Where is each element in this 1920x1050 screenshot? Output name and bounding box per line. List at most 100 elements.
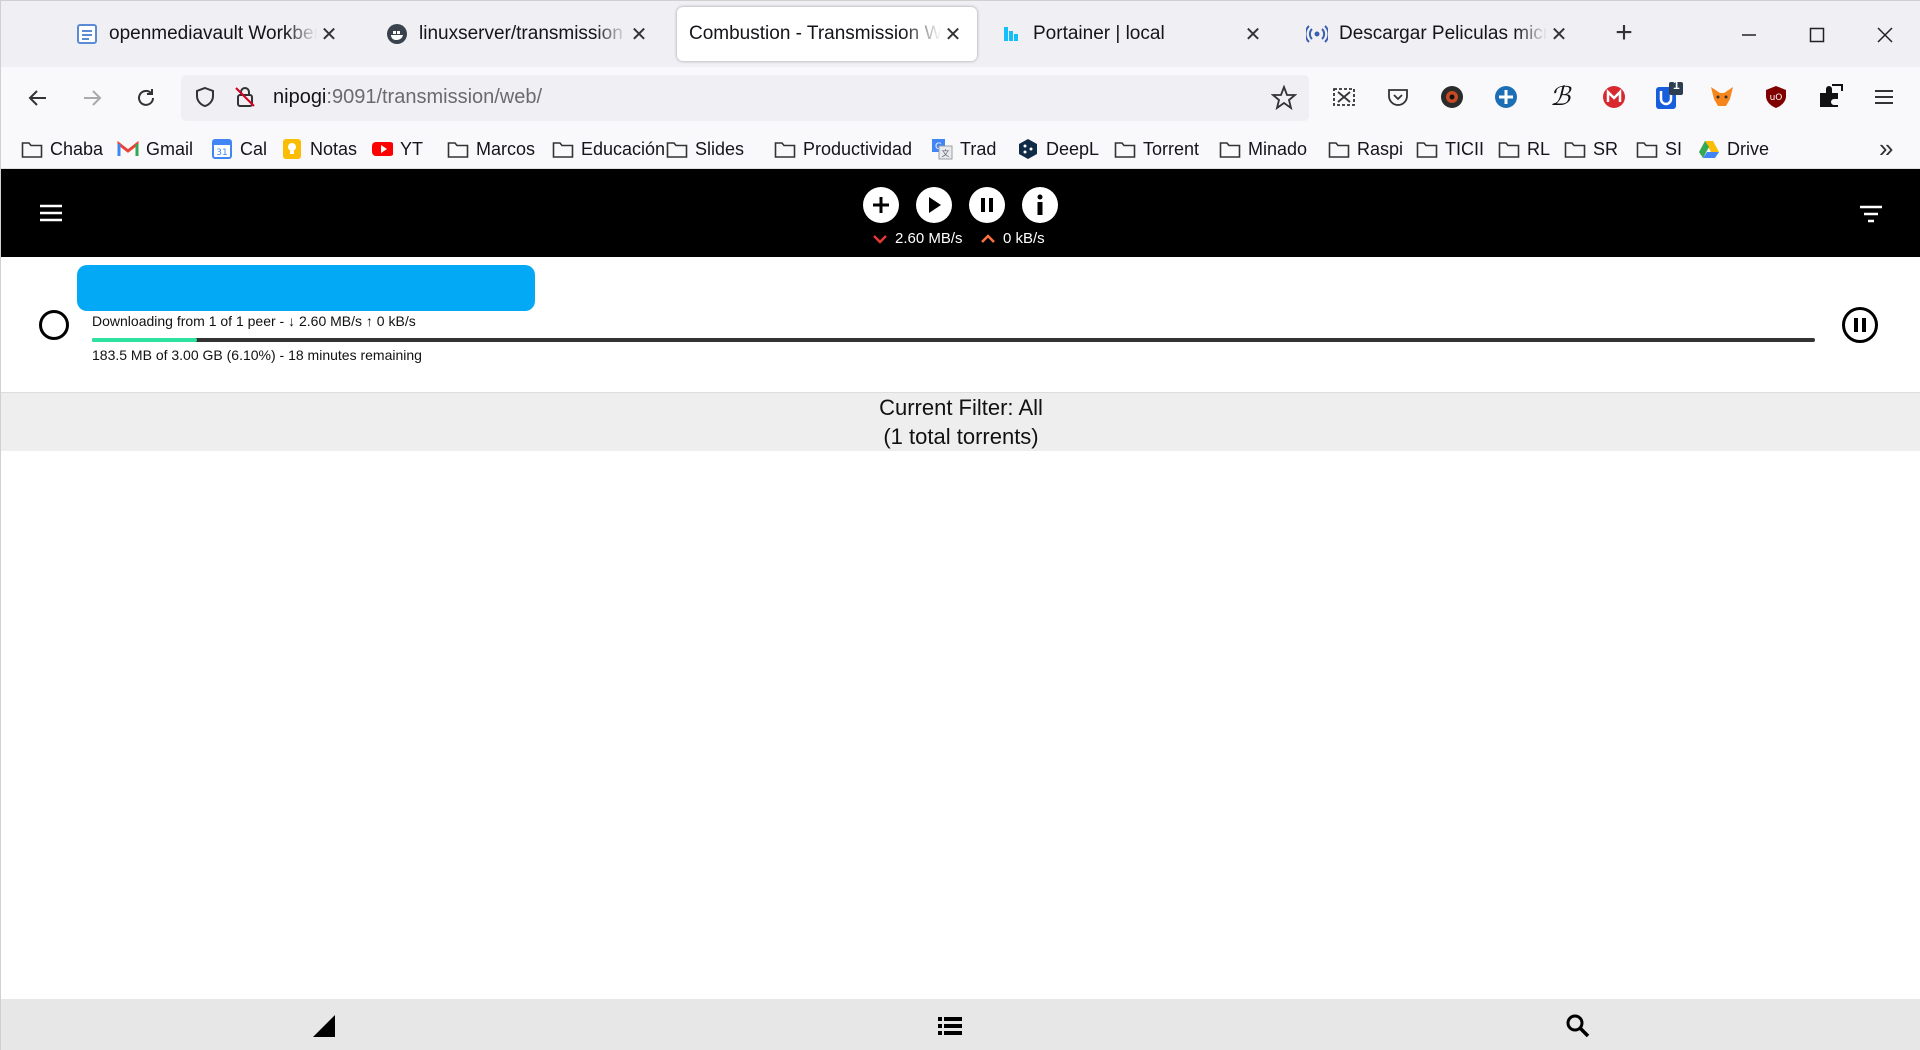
tab-combustion[interactable]: Combustion - Transmission Web ✕ bbox=[677, 7, 977, 61]
reload-icon[interactable] bbox=[129, 81, 163, 115]
svg-text:31: 31 bbox=[216, 148, 227, 158]
tab-portainer[interactable]: Portainer | local ✕ bbox=[987, 7, 1277, 61]
bitwarden-icon[interactable]: 1 bbox=[1651, 78, 1685, 114]
pause-torrent-button[interactable] bbox=[1842, 307, 1878, 343]
bookmark-productividad[interactable]: Productividad bbox=[774, 135, 912, 163]
download-speed-value: 2.60 MB/s bbox=[895, 230, 963, 247]
extension-plus-icon[interactable] bbox=[1489, 80, 1523, 114]
insecure-lock-icon[interactable] bbox=[233, 85, 257, 114]
url-text[interactable]: nipogi:9091/transmission/web/ bbox=[273, 86, 542, 109]
up-arrow-icon bbox=[981, 233, 995, 243]
extension-b-icon[interactable]: ℬ bbox=[1543, 80, 1577, 114]
bookmark-si[interactable]: SI bbox=[1636, 135, 1682, 163]
bookmark-label: Minado bbox=[1248, 138, 1308, 159]
bookmark-label: SI bbox=[1665, 138, 1683, 159]
folder-icon bbox=[1219, 138, 1241, 160]
portainer-icon bbox=[999, 22, 1023, 46]
pocket-icon[interactable] bbox=[1381, 80, 1415, 114]
close-icon[interactable]: ✕ bbox=[1241, 22, 1265, 46]
app-header: 2.60 MB/s 0 kB/s bbox=[1, 169, 1920, 257]
menu-icon[interactable] bbox=[1867, 80, 1901, 114]
ublock-icon[interactable]: uO bbox=[1759, 80, 1793, 114]
bookmark-sr[interactable]: SR bbox=[1564, 135, 1618, 163]
bookmark-drive[interactable]: Drive bbox=[1698, 135, 1769, 163]
tab-strip: openmediavault Workbench ✕ linuxserver/t… bbox=[1, 1, 1920, 67]
bookmark-label: Cal bbox=[240, 138, 268, 159]
sort-icon[interactable] bbox=[1859, 205, 1883, 228]
gmail-icon bbox=[117, 138, 139, 160]
minimize-icon[interactable] bbox=[1729, 15, 1769, 55]
shield-icon[interactable] bbox=[193, 85, 217, 114]
maximize-icon[interactable] bbox=[1797, 15, 1837, 55]
bookmark-ticii[interactable]: TICII bbox=[1416, 135, 1484, 163]
bookmark-rl[interactable]: RL bbox=[1498, 135, 1550, 163]
pause-all-button[interactable] bbox=[969, 187, 1005, 223]
folder-icon bbox=[552, 138, 574, 160]
tab-linuxserver[interactable]: linuxserver/transmission - D ✕ bbox=[373, 7, 663, 61]
forward-icon[interactable] bbox=[75, 81, 109, 115]
bookmark-label: Drive bbox=[1727, 138, 1770, 159]
bookmark-minado[interactable]: Minado bbox=[1219, 135, 1307, 163]
close-icon[interactable]: ✕ bbox=[1547, 22, 1571, 46]
back-icon[interactable] bbox=[21, 81, 55, 115]
bookmark-gmail[interactable]: Gmail bbox=[117, 135, 193, 163]
close-icon[interactable]: ✕ bbox=[627, 22, 651, 46]
torrent-row[interactable]: Downloading from 1 of 1 peer - ↓ 2.60 MB… bbox=[1, 257, 1920, 393]
close-icon[interactable]: ✕ bbox=[941, 22, 965, 46]
list-view-icon[interactable] bbox=[935, 1011, 965, 1041]
translate-icon: G文 bbox=[931, 138, 953, 160]
bookmark-torrent[interactable]: Torrent bbox=[1114, 135, 1199, 163]
metamask-icon[interactable] bbox=[1705, 80, 1739, 114]
bookmark-deepl[interactable]: DeepL bbox=[1017, 135, 1099, 163]
bookmark-chaba[interactable]: Chaba bbox=[21, 135, 103, 163]
docker-icon bbox=[385, 22, 409, 46]
new-tab-button[interactable]: + bbox=[1609, 18, 1639, 49]
bookmark-trad[interactable]: G文 Trad bbox=[931, 135, 996, 163]
bookmark-label: DeepL bbox=[1046, 138, 1100, 159]
bookmark-slides[interactable]: Slides bbox=[666, 135, 744, 163]
bookmark-raspi[interactable]: Raspi bbox=[1328, 135, 1403, 163]
broadcast-icon bbox=[1305, 22, 1329, 46]
bookmark-label: TICII bbox=[1445, 138, 1484, 159]
peer-status: Downloading from 1 of 1 peer - ↓ 2.60 MB… bbox=[92, 313, 416, 329]
bookmark-star-icon[interactable] bbox=[1270, 84, 1298, 116]
close-icon[interactable]: ✕ bbox=[317, 22, 341, 46]
bookmarks-overflow-icon[interactable]: » bbox=[1879, 133, 1903, 164]
search-icon[interactable] bbox=[1563, 1011, 1593, 1041]
url-bar[interactable]: nipogi:9091/transmission/web/ bbox=[181, 75, 1309, 121]
folder-icon bbox=[1564, 138, 1586, 160]
bookmark-yt[interactable]: YT bbox=[371, 135, 423, 163]
bookmark-educaci-n[interactable]: Educación bbox=[552, 135, 665, 163]
tab-title: Descargar Peliculas microHD bbox=[1339, 23, 1547, 44]
bookmark-label: Torrent bbox=[1143, 138, 1200, 159]
extension-eye-icon[interactable] bbox=[1435, 80, 1469, 114]
bookmark-label: SR bbox=[1593, 138, 1619, 159]
start-all-button[interactable] bbox=[916, 187, 952, 223]
progress-bar bbox=[92, 338, 1815, 342]
mega-icon[interactable] bbox=[1597, 80, 1631, 114]
bookmark-label: Chaba bbox=[50, 138, 104, 159]
torrent-name[interactable] bbox=[77, 265, 535, 311]
hamburger-menu-icon[interactable] bbox=[39, 203, 63, 228]
folder-icon bbox=[666, 138, 688, 160]
bookmark-marcos[interactable]: Marcos bbox=[447, 135, 535, 163]
screenshot-icon[interactable] bbox=[1327, 80, 1361, 114]
folder-icon bbox=[1498, 138, 1520, 160]
select-torrent-checkbox[interactable] bbox=[39, 310, 69, 340]
bookmark-label: RL bbox=[1527, 138, 1551, 159]
bookmark-label: Productividad bbox=[803, 138, 913, 159]
bookmarks-toolbar: Chaba Gmail 31 Cal Notas YT Marcos Educación Sli… bbox=[1, 129, 1920, 169]
window-close-icon[interactable] bbox=[1865, 15, 1905, 55]
turtle-mode-icon[interactable] bbox=[309, 1011, 339, 1041]
info-button[interactable] bbox=[1022, 187, 1058, 223]
bookmark-label: Educación bbox=[581, 138, 666, 159]
bookmark-label: Trad bbox=[960, 138, 997, 159]
folder-icon bbox=[1328, 138, 1350, 160]
extension-puzzle-icon[interactable] bbox=[1813, 80, 1847, 114]
add-torrent-button[interactable] bbox=[863, 187, 899, 223]
tab-openmediavault[interactable]: openmediavault Workbench ✕ bbox=[63, 7, 353, 61]
bookmark-notas[interactable]: Notas bbox=[281, 135, 357, 163]
navigation-bar: nipogi:9091/transmission/web/ ℬ 1 uO bbox=[1, 67, 1920, 129]
tab-microhd[interactable]: Descargar Peliculas microHD ✕ bbox=[1293, 7, 1583, 61]
bookmark-cal[interactable]: 31 Cal bbox=[211, 135, 267, 163]
